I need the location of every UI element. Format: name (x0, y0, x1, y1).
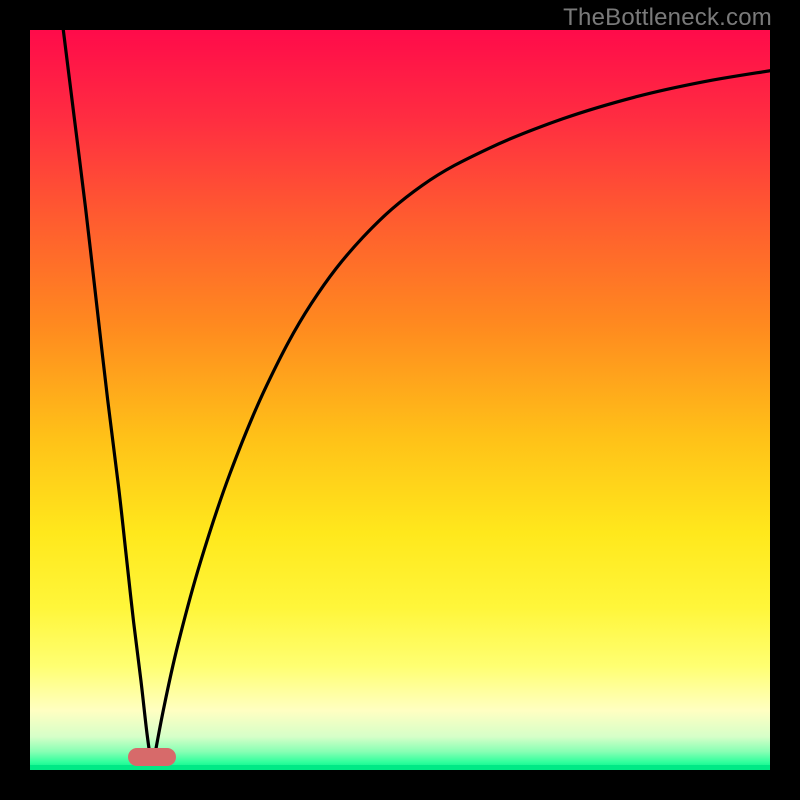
plot-area (30, 30, 770, 770)
background-gradient (30, 30, 770, 770)
optimal-marker (128, 748, 176, 766)
watermark-text: TheBottleneck.com (563, 4, 772, 32)
chart-frame: TheBottleneck.com (0, 0, 800, 800)
